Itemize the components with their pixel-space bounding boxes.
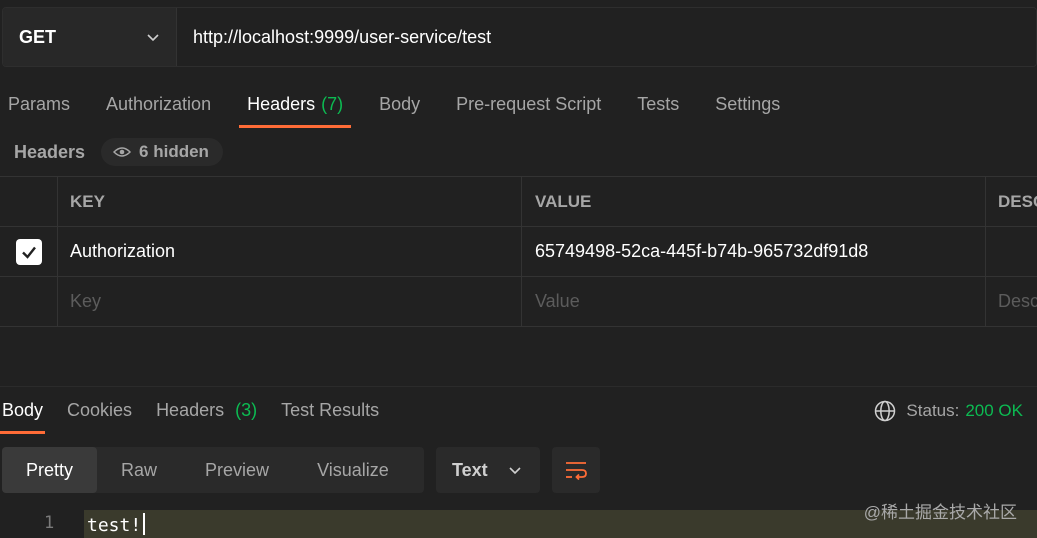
empty-check-cell: [0, 277, 58, 326]
view-raw-button[interactable]: Raw: [97, 447, 181, 493]
request-url-bar: GET http://localhost:9999/user-service/t…: [2, 7, 1037, 67]
header-description-cell[interactable]: [986, 227, 1037, 276]
panel-divider[interactable]: [0, 386, 1037, 387]
header-key-cell[interactable]: Authorization: [58, 227, 522, 276]
watermark: @稀土掘金技术社区: [863, 503, 1017, 522]
new-key-input[interactable]: Key: [58, 277, 522, 326]
header-value-cell[interactable]: 65749498-52ca-445f-b74b-965732df91d8: [522, 227, 986, 276]
response-body-text: test!: [87, 513, 146, 536]
url-input[interactable]: http://localhost:9999/user-service/test: [177, 8, 1036, 66]
view-pretty-button[interactable]: Pretty: [2, 447, 98, 493]
row-enabled-checkbox[interactable]: [15, 238, 42, 265]
tab-authorization[interactable]: Authorization: [98, 84, 219, 128]
status-value[interactable]: 200 OK: [965, 401, 1023, 421]
status-label: Status:: [906, 401, 960, 420]
headers-count: (7): [321, 94, 344, 114]
response-tab-test-results[interactable]: Test Results: [279, 390, 381, 434]
hidden-headers-label: 6 hidden: [139, 142, 209, 161]
response-headers-count: (3): [235, 400, 258, 420]
column-value: VALUE: [522, 177, 986, 226]
view-preview-button[interactable]: Preview: [181, 447, 293, 493]
line-number: 1: [44, 513, 55, 533]
response-status: Status: 200 OK: [874, 398, 1023, 424]
tab-settings[interactable]: Settings: [707, 84, 788, 128]
column-key: KEY: [58, 177, 522, 226]
chevron-down-icon: [509, 467, 521, 475]
view-visualize-button[interactable]: Visualize: [293, 447, 413, 493]
check-icon: [21, 246, 36, 259]
format-select[interactable]: Text: [436, 447, 540, 493]
response-tab-cookies[interactable]: Cookies: [65, 390, 134, 434]
row-check-cell: [0, 227, 58, 276]
new-header-row: Key Value Description: [0, 277, 1037, 327]
globe-icon[interactable]: [874, 400, 896, 422]
response-tabs: Body Cookies Headers (3) Test Results: [0, 390, 401, 434]
request-tabs: Params Authorization Headers (7) Body Pre…: [0, 84, 808, 128]
new-description-input[interactable]: Description: [986, 277, 1037, 326]
method-select[interactable]: GET: [3, 8, 177, 66]
view-mode-group: Pretty Raw Preview Visualize: [2, 447, 424, 493]
format-label: Text: [452, 459, 488, 480]
table-header-row: KEY VALUE DESCRIPTION: [0, 177, 1037, 227]
tab-pre-request-script[interactable]: Pre-request Script: [448, 84, 609, 128]
headers-subheader: Headers 6 hidden: [14, 138, 223, 166]
eye-icon: [113, 147, 132, 157]
hidden-headers-toggle[interactable]: 6 hidden: [101, 138, 223, 166]
chevron-down-icon: [147, 34, 159, 42]
wrap-lines-button[interactable]: [552, 447, 600, 493]
response-tab-body[interactable]: Body: [0, 390, 46, 434]
column-description: DESCRIPTION: [998, 191, 1037, 211]
wrap-lines-icon: [566, 462, 587, 480]
text-cursor: [143, 513, 146, 535]
method-label: GET: [19, 26, 57, 47]
headers-table: KEY VALUE DESCRIPTION Authorization 6574…: [0, 176, 1037, 327]
tab-headers[interactable]: Headers (7): [239, 84, 352, 128]
tab-body[interactable]: Body: [371, 84, 428, 128]
tab-tests[interactable]: Tests: [629, 84, 687, 128]
tab-params[interactable]: Params: [0, 84, 78, 128]
table-header-check: [0, 177, 58, 226]
headers-section-title: Headers: [14, 141, 86, 162]
response-tab-headers[interactable]: Headers (3): [154, 390, 259, 434]
table-row: Authorization 65749498-52ca-445f-b74b-96…: [0, 227, 1037, 277]
new-value-input[interactable]: Value: [522, 277, 986, 326]
